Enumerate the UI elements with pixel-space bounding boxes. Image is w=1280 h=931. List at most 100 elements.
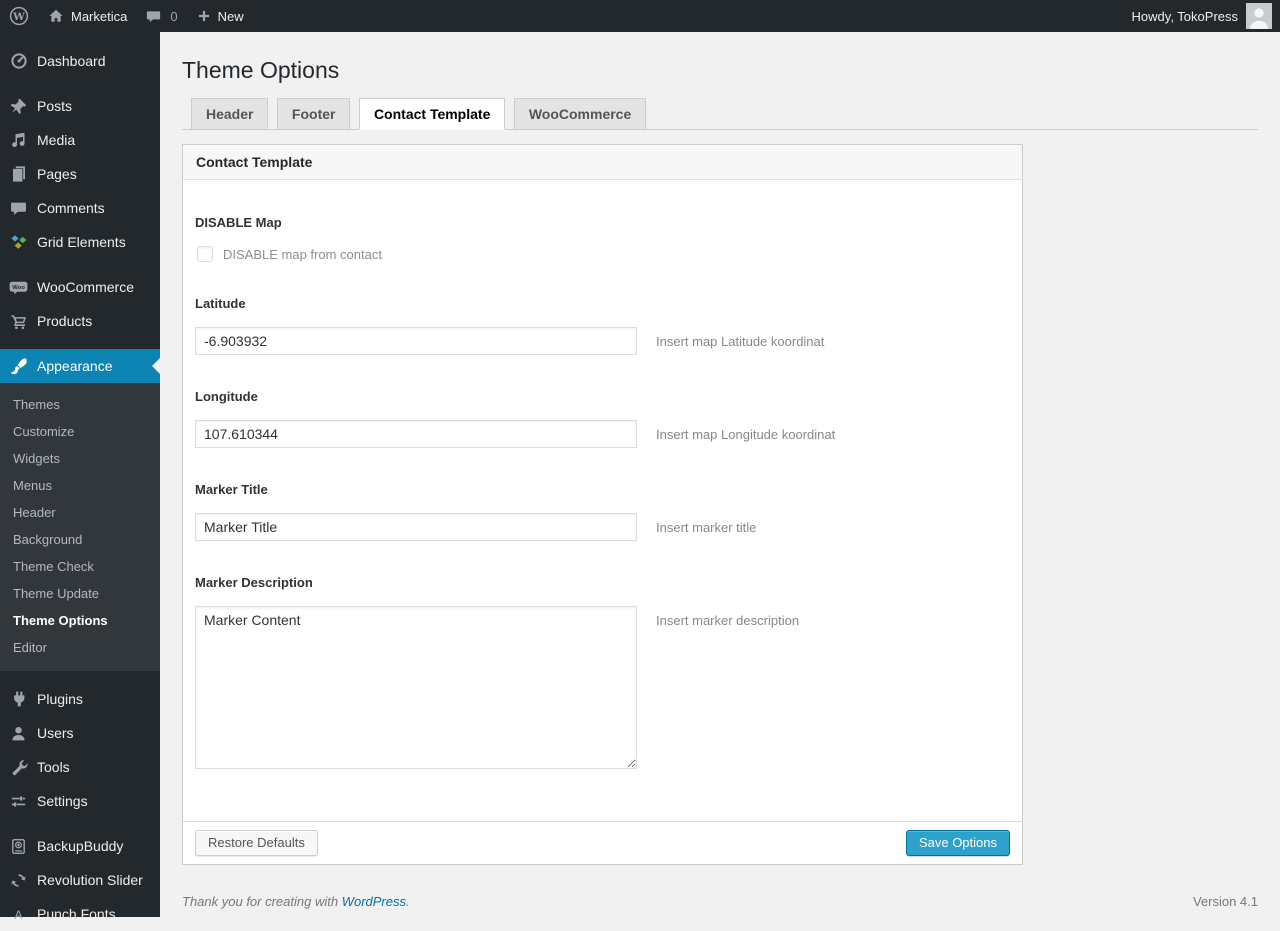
media-icon <box>0 130 37 150</box>
grid-elements-icon <box>0 232 37 252</box>
sidebar-item-products[interactable]: Products <box>0 304 160 338</box>
sidebar-item-comments[interactable]: Comments <box>0 191 160 225</box>
thanks-prefix: Thank you for creating with <box>182 894 342 909</box>
field-label: DISABLE Map <box>195 215 282 230</box>
plus-icon <box>196 8 212 24</box>
submenu-item-widgets[interactable]: Widgets <box>0 445 160 472</box>
submenu-item-theme-check[interactable]: Theme Check <box>0 553 160 580</box>
contact-template-panel: Contact Template DISABLE Map DISABLE map… <box>182 144 1023 865</box>
svg-text:W: W <box>12 11 25 23</box>
panel-body: DISABLE Map DISABLE map from contact Lat… <box>183 180 1022 821</box>
tab-footer[interactable]: Footer <box>276 98 351 129</box>
new-label: New <box>217 8 244 24</box>
comments-badge[interactable]: 0 <box>136 0 186 32</box>
sliders-icon <box>0 792 37 811</box>
new-content-menu[interactable]: New <box>187 0 253 32</box>
marker-title-input[interactable] <box>195 513 637 541</box>
sidebar-item-label: Pages <box>37 166 77 182</box>
letter-a-icon: A <box>0 905 37 924</box>
page-footer: Thank you for creating with WordPress. V… <box>182 894 1258 909</box>
page-title: Theme Options <box>182 57 340 83</box>
submenu-item-editor[interactable]: Editor <box>0 634 160 661</box>
submenu-item-themes[interactable]: Themes <box>0 391 160 418</box>
marker-description-textarea[interactable]: Marker Content <box>195 606 637 769</box>
field-label: Marker Description <box>195 575 313 590</box>
marker-title-field: Marker Title Insert marker title <box>195 482 1010 541</box>
tab-contact-template[interactable]: Contact Template <box>358 98 506 130</box>
sidebar-item-plugins[interactable]: Plugins <box>0 682 160 716</box>
submenu-item-theme-update[interactable]: Theme Update <box>0 580 160 607</box>
wordpress-link[interactable]: WordPress <box>342 894 406 909</box>
sidebar-item-woocommerce[interactable]: Woo WooCommerce <box>0 270 160 304</box>
sidebar-item-revolution-slider[interactable]: Revolution Slider <box>0 863 160 897</box>
latitude-input[interactable] <box>195 327 637 355</box>
backupbuddy-icon <box>0 837 37 856</box>
sidebar-item-label: Tools <box>37 759 70 775</box>
tab-header[interactable]: Header <box>191 98 269 129</box>
sidebar-item-pages[interactable]: Pages <box>0 157 160 191</box>
sidebar-item-label: Products <box>37 313 93 329</box>
paintbrush-icon <box>0 356 37 376</box>
sidebar-item-label: Posts <box>37 98 73 114</box>
disable-map-checkbox[interactable] <box>197 246 213 262</box>
user-icon <box>0 724 37 743</box>
svg-text:A: A <box>14 907 23 921</box>
field-label: Marker Title <box>195 482 268 497</box>
main-content: Theme Options Header Footer Contact Temp… <box>160 32 1280 917</box>
sidebar-item-label: Revolution Slider <box>37 872 143 888</box>
cart-icon <box>0 311 37 331</box>
sidebar-item-label: Dashboard <box>37 53 106 69</box>
disable-map-field: DISABLE Map DISABLE map from contact <box>195 215 1010 262</box>
thanks-suffix: . <box>406 894 410 909</box>
restore-defaults-button[interactable]: Restore Defaults <box>195 830 318 856</box>
longitude-field: Longitude Insert map Longitude koordinat <box>195 389 1010 448</box>
panel-footer: Restore Defaults Save Options <box>183 821 1022 864</box>
sidebar-item-label: Appearance <box>37 358 113 374</box>
sidebar-item-appearance[interactable]: Appearance <box>0 349 160 383</box>
sidebar-item-tools[interactable]: Tools <box>0 750 160 784</box>
longitude-input[interactable] <box>195 420 637 448</box>
site-link[interactable]: Marketica <box>38 0 136 32</box>
wordpress-logo-menu[interactable]: W <box>0 0 38 32</box>
sidebar-item-settings[interactable]: Settings <box>0 784 160 818</box>
marker-description-field: Marker Description Marker Content Insert… <box>195 575 1010 769</box>
howdy-account-link[interactable]: Howdy, TokoPress <box>1132 9 1238 24</box>
sidebar-item-label: WooCommerce <box>37 279 134 295</box>
tab-bar: Header Footer Contact Template WooCommer… <box>182 98 1258 130</box>
comments-icon <box>0 199 37 218</box>
sidebar-item-grid-elements[interactable]: Grid Elements <box>0 225 160 259</box>
appearance-submenu: Themes Customize Widgets Menus Header Ba… <box>0 383 160 671</box>
version-text: Version 4.1 <box>1192 894 1258 909</box>
dashboard-icon <box>0 51 37 71</box>
panel-title: Contact Template <box>183 145 1022 180</box>
field-label: Longitude <box>195 389 258 404</box>
admin-bar: W Marketica 0 New Howdy, TokoPress <box>0 0 1280 32</box>
tab-woocommerce[interactable]: WooCommerce <box>513 98 647 129</box>
comment-count: 0 <box>170 8 178 24</box>
sidebar-item-label: Grid Elements <box>37 234 126 250</box>
sidebar-item-label: Comments <box>37 200 105 216</box>
plug-icon <box>0 689 37 709</box>
sidebar-item-dashboard[interactable]: Dashboard <box>0 44 160 78</box>
field-help-text: Insert marker description <box>656 613 800 628</box>
sidebar-item-media[interactable]: Media <box>0 123 160 157</box>
save-options-button[interactable]: Save Options <box>905 830 1010 856</box>
submenu-item-customize[interactable]: Customize <box>0 418 160 445</box>
sidebar-item-users[interactable]: Users <box>0 716 160 750</box>
sidebar-item-label: Plugins <box>37 691 83 707</box>
cycle-arrows-icon <box>0 871 37 890</box>
woocommerce-icon: Woo <box>0 277 37 298</box>
sidebar-item-posts[interactable]: Posts <box>0 89 160 123</box>
pushpin-icon <box>0 96 37 116</box>
avatar[interactable] <box>1246 3 1272 29</box>
submenu-item-background[interactable]: Background <box>0 526 160 553</box>
sidebar-item-label: Punch Fonts <box>37 906 116 922</box>
sidebar-item-backupbuddy[interactable]: BackupBuddy <box>0 829 160 863</box>
sidebar-item-punch-fonts[interactable]: A Punch Fonts <box>0 897 160 931</box>
checkbox-label: DISABLE map from contact <box>223 246 382 262</box>
submenu-item-menus[interactable]: Menus <box>0 472 160 499</box>
submenu-item-header[interactable]: Header <box>0 499 160 526</box>
submenu-item-theme-options[interactable]: Theme Options <box>0 607 160 634</box>
wrench-icon <box>0 758 37 777</box>
latitude-field: Latitude Insert map Latitude koordinat <box>195 296 1010 355</box>
